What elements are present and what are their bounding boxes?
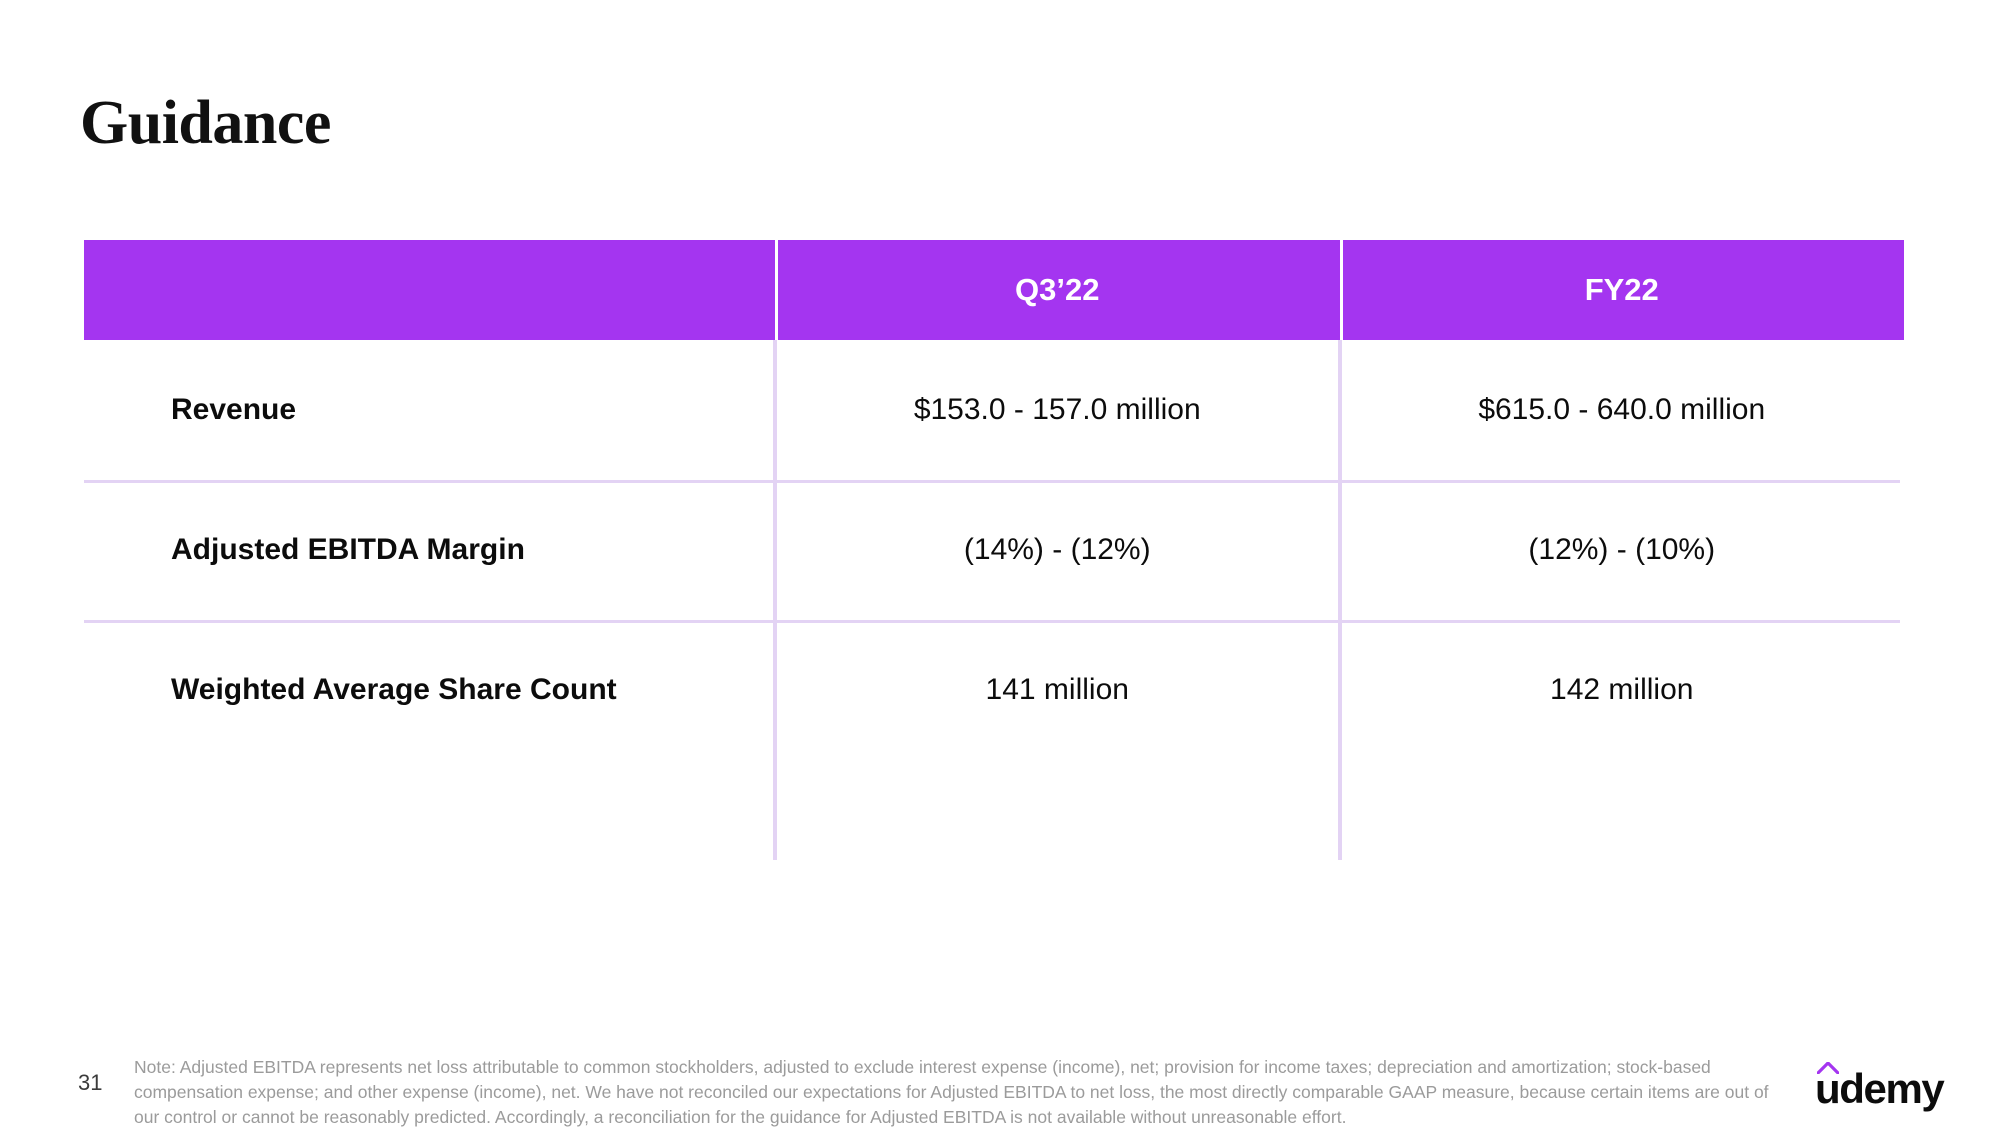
table-header-cell-label [84,240,775,340]
udemy-wordmark: udemy [1815,1065,1945,1112]
footnote-line-2: compensation expense; and other expense … [134,1081,1769,1102]
cell-share-count-q3: 141 million [985,673,1129,706]
guidance-table: Q3’22 FY22 Revenue $153.0 - 157.0 millio… [84,240,1904,860]
cell-share-count-fy: 142 million [1550,673,1694,706]
header-divider-1 [775,240,778,340]
cell-ebitda-margin-q3: (14%) - (12%) [963,533,1151,566]
table-header-cell-q3: Q3’22 [775,240,1340,340]
cell-revenue-q3: $153.0 - 157.0 million [913,393,1201,426]
table-row: Adjusted EBITDA Margin (14%) - (12%) (12… [84,480,1904,620]
footnote-line-1: Note: Adjusted EBITDA represents net los… [134,1057,1711,1077]
table-header-label-fy: FY22 [1584,272,1659,307]
page-title: Guidance [80,89,331,157]
cell-revenue-fy: $615.0 - 640.0 million [1478,393,1766,426]
table-header-cell-fy: FY22 [1339,240,1905,340]
table-body: Revenue $153.0 - 157.0 million $615.0 - … [84,340,1904,860]
row-label-revenue: Revenue [171,393,297,426]
udemy-logo: udemy [1815,1062,1945,1110]
header-divider-2 [1339,240,1343,340]
footnote-line-3: our control or cannot be reasonably pred… [134,1106,1347,1127]
table-row: Revenue $153.0 - 157.0 million $615.0 - … [84,340,1904,480]
row-label-weighted-average-share-count: Weighted Average Share Count [171,673,617,706]
page-number: 31 [78,1070,103,1095]
row-label-adjusted-ebitda-margin: Adjusted EBITDA Margin [171,533,525,566]
footnote: Note: Adjusted EBITDA represents net los… [134,1055,1789,1130]
table-header-row: Q3’22 FY22 [84,240,1904,340]
cell-ebitda-margin-fy: (12%) - (10%) [1528,533,1716,566]
table-header-label-q3: Q3’22 [1015,272,1100,307]
table-row: Weighted Average Share Count 141 million… [84,620,1904,760]
